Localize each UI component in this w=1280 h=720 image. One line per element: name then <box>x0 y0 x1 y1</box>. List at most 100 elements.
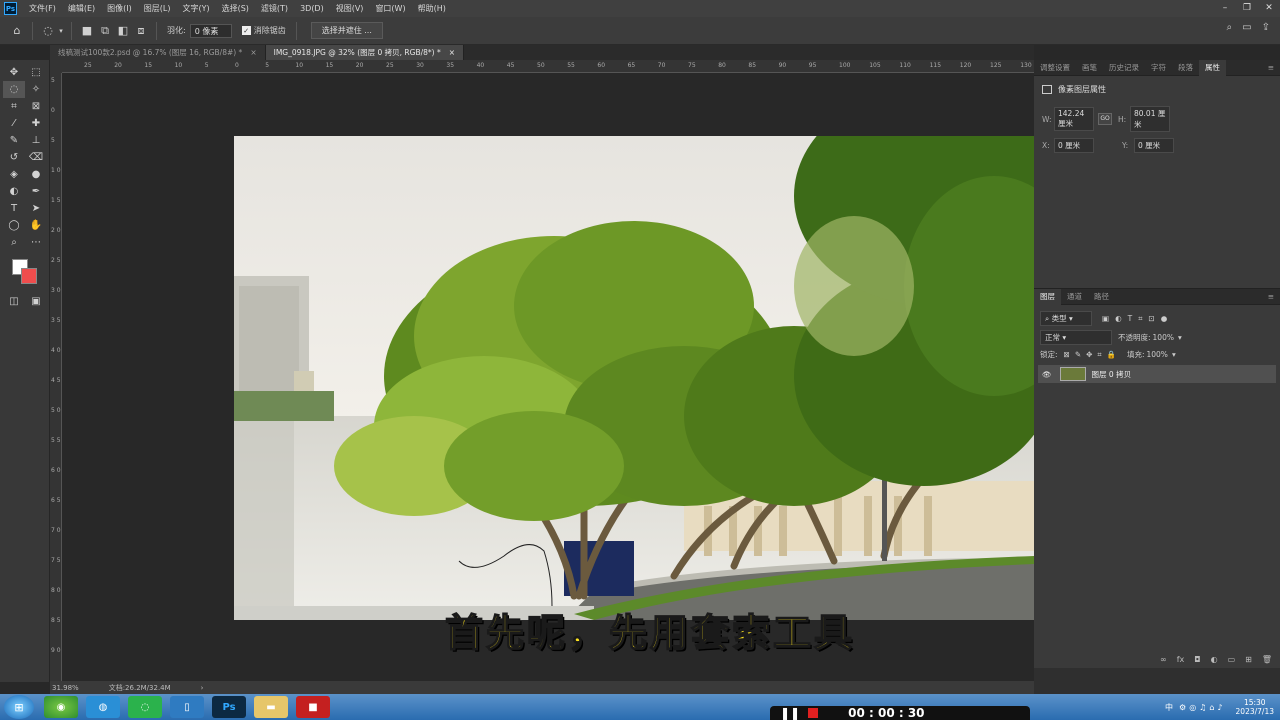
quick-mask-icon[interactable]: ◫ <box>3 293 25 310</box>
document-tab-active[interactable]: IMG_0918.JPG @ 32% (图层 0 拷贝, RGB/8*) * × <box>265 45 465 60</box>
folder-icon[interactable]: ▬ <box>254 696 288 718</box>
tab-paths[interactable]: 路径 <box>1088 289 1115 305</box>
opacity-input[interactable]: 100% <box>1153 333 1174 342</box>
width-input[interactable]: 142.24 厘米 <box>1054 107 1094 131</box>
chevron-down-icon[interactable]: ▾ <box>1178 333 1182 342</box>
zoom-level[interactable]: 31.98% <box>52 684 79 692</box>
panel-menu-icon[interactable]: ≡ <box>1262 60 1280 76</box>
menu-3d[interactable]: 3D(D) <box>294 4 330 13</box>
eye-icon[interactable]: 👁 <box>1042 370 1052 379</box>
height-input[interactable]: 80.01 厘米 <box>1130 106 1170 132</box>
close-tab-icon[interactable]: × <box>449 48 455 57</box>
menu-file[interactable]: 文件(F) <box>23 3 62 14</box>
eraser-tool-icon[interactable]: ⌫ <box>25 149 47 166</box>
zoom-tool-icon[interactable]: ⌕ <box>3 234 25 251</box>
feather-input[interactable]: 0 像素 <box>189 23 232 38</box>
minimize-button[interactable]: – <box>1214 0 1236 17</box>
magic-wand-tool-icon[interactable]: ✧ <box>25 81 47 98</box>
lasso-preset-icon[interactable]: ◌ <box>39 22 57 40</box>
more-tools-icon[interactable]: ⋯ <box>25 234 47 251</box>
chrome-icon[interactable]: ◉ <box>44 696 78 718</box>
menu-help[interactable]: 帮助(H) <box>412 3 452 14</box>
menu-window[interactable]: 窗口(W) <box>369 3 411 14</box>
subtract-selection-icon[interactable]: ◧ <box>114 22 132 40</box>
screen-mode-icon[interactable]: ▣ <box>25 293 47 310</box>
path-selection-icon[interactable]: ➤ <box>25 200 47 217</box>
group-icon[interactable]: ▭ <box>1228 655 1236 664</box>
qq-icon[interactable]: ◍ <box>86 696 120 718</box>
tab-brush[interactable]: 画笔 <box>1076 60 1103 76</box>
layer-filter-dropdown[interactable]: ⌕ 类型 ▾ <box>1040 311 1092 326</box>
history-brush-icon[interactable]: ↺ <box>3 149 25 166</box>
hand-tool-icon[interactable]: ✋ <box>25 217 47 234</box>
y-input[interactable]: 0 厘米 <box>1134 138 1174 153</box>
layer-row[interactable]: 👁 图层 0 拷贝 <box>1038 365 1276 383</box>
eyedropper-tool-icon[interactable]: ⁄ <box>3 115 25 132</box>
canvas-area[interactable] <box>62 73 1034 681</box>
close-button[interactable]: ✕ <box>1258 0 1280 17</box>
tablet-icon[interactable]: ▯ <box>170 696 204 718</box>
antialias-checkbox[interactable]: ✓ 消除锯齿 <box>241 25 286 36</box>
fx-icon[interactable]: fx <box>1177 655 1185 664</box>
chevron-down-icon[interactable]: ▾ <box>57 22 65 40</box>
ime-indicator[interactable]: 中 <box>1165 702 1173 713</box>
panel-menu-icon[interactable]: ≡ <box>1262 289 1280 305</box>
type-tool-icon[interactable]: T <box>3 200 25 217</box>
clock[interactable]: 15:30 2023/7/13 <box>1236 698 1274 716</box>
new-selection-icon[interactable]: ■ <box>78 22 96 40</box>
layer-name[interactable]: 图层 0 拷贝 <box>1092 369 1132 380</box>
workspace-icon[interactable]: ▭ <box>1242 22 1251 33</box>
link-proportions-button[interactable]: GO <box>1098 113 1112 125</box>
document-tab[interactable]: 线稿测试100款2.psd @ 16.7% (图层 16, RGB/8#) * × <box>50 45 266 60</box>
new-layer-icon[interactable]: ⊞ <box>1245 655 1252 664</box>
photo-canvas[interactable] <box>234 136 1034 620</box>
stamp-tool-icon[interactable]: ⊥ <box>25 132 47 149</box>
layer-filter-icons[interactable]: ▣◐T⌗⊡ <box>1102 314 1161 324</box>
home-icon[interactable]: ⌂ <box>8 22 26 40</box>
paint-bucket-icon[interactable]: ◈ <box>3 166 25 183</box>
filter-toggle-icon[interactable]: ● <box>1161 314 1168 323</box>
share-icon[interactable]: ⇪ <box>1262 22 1270 33</box>
recorder-icon[interactable]: ■ <box>296 696 330 718</box>
tray-icons[interactable]: ⚙◎♫⌂♪ <box>1179 703 1226 712</box>
pause-icon[interactable]: ❚❚ <box>780 706 800 720</box>
start-button[interactable]: ⊞ <box>4 695 34 719</box>
link-layers-icon[interactable]: ∞ <box>1160 655 1167 664</box>
pen-tool-icon[interactable]: ✒ <box>25 183 47 200</box>
tab-adjust-settings[interactable]: 调整设置 <box>1034 60 1076 76</box>
select-and-mask-button[interactable]: 选择并遮住 ... <box>310 22 383 39</box>
frame-tool-icon[interactable]: ⊠ <box>25 98 47 115</box>
photoshop-taskbar-icon[interactable]: Ps <box>212 696 246 718</box>
search-icon[interactable]: ⌕ <box>1227 22 1233 33</box>
stop-icon[interactable] <box>808 708 819 718</box>
shape-tool-icon[interactable]: ◯ <box>3 217 25 234</box>
menu-edit[interactable]: 编辑(E) <box>62 3 101 14</box>
tab-character[interactable]: 字符 <box>1145 60 1172 76</box>
x-input[interactable]: 0 厘米 <box>1054 138 1094 153</box>
trash-icon[interactable]: 🗑 <box>1262 655 1272 664</box>
tab-paragraph[interactable]: 段落 <box>1172 60 1199 76</box>
chevron-down-icon[interactable]: ▾ <box>1172 350 1176 359</box>
menu-type[interactable]: 文字(Y) <box>176 3 215 14</box>
menu-view[interactable]: 视图(V) <box>330 3 370 14</box>
wechat-icon[interactable]: ◌ <box>128 696 162 718</box>
marquee-tool-icon[interactable]: ⬚ <box>25 64 47 81</box>
intersect-selection-icon[interactable]: ⧈ <box>132 22 150 40</box>
close-tab-icon[interactable]: × <box>250 48 256 57</box>
blur-tool-icon[interactable]: ● <box>25 166 47 183</box>
dodge-tool-icon[interactable]: ◐ <box>3 183 25 200</box>
menu-image[interactable]: 图像(I) <box>101 3 138 14</box>
background-color-swatch[interactable] <box>21 268 37 284</box>
lock-icons[interactable]: ⊠✎✥⌗🔒 <box>1064 350 1121 360</box>
chevron-right-icon[interactable]: › <box>201 684 204 692</box>
menu-layer[interactable]: 图层(L) <box>138 3 177 14</box>
adjustment-layer-icon[interactable]: ◐ <box>1211 655 1218 664</box>
lasso-tool-icon[interactable]: ◌ <box>3 81 25 98</box>
tab-layers[interactable]: 图层 <box>1034 288 1061 305</box>
move-tool-icon[interactable]: ✥ <box>3 64 25 81</box>
add-mask-icon[interactable]: ◘ <box>1194 655 1200 664</box>
menu-select[interactable]: 选择(S) <box>216 3 255 14</box>
blend-mode-dropdown[interactable]: 正常 ▾ <box>1040 330 1112 345</box>
tab-history[interactable]: 历史记录 <box>1103 60 1145 76</box>
add-selection-icon[interactable]: ⧉ <box>96 22 114 40</box>
